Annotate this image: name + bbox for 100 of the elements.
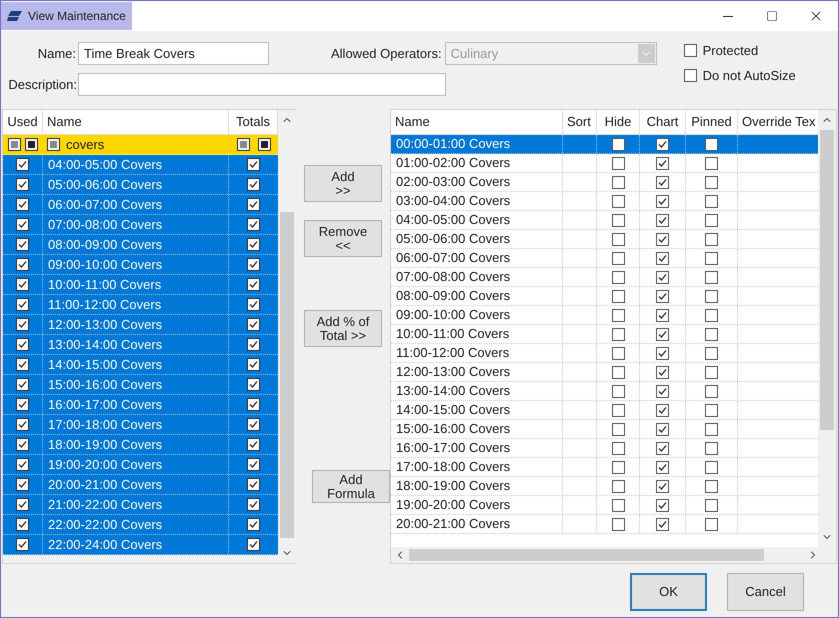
group-name[interactable]: covers: [66, 134, 104, 154]
table-row[interactable]: 06:00-07:00 Covers: [3, 195, 278, 215]
checkbox-label: Do not AutoSize: [702, 66, 796, 84]
table-cell: 10:00-11:00 Covers: [391, 325, 563, 343]
table-row[interactable]: 03:00-04:00 Covers: [391, 192, 818, 211]
table-cell: 02:00-03:00 Covers: [391, 173, 563, 191]
table-cell: 19:00-20:00 Covers: [391, 496, 563, 514]
table-cell: 00:00-01:00 Covers: [391, 135, 563, 153]
column-header[interactable]: Pinned: [686, 110, 738, 134]
table-row[interactable]: 22:00-24:00 Covers: [3, 535, 278, 555]
table-row[interactable]: 09:00-10:00 Covers: [3, 255, 278, 275]
table-row[interactable]: 15:00-16:00 Covers: [3, 375, 278, 395]
table-row[interactable]: 10:00-11:00 Covers: [391, 325, 818, 344]
table-row[interactable]: 11:00-12:00 Covers: [391, 344, 818, 363]
table-row[interactable]: 07:00-08:00 Covers: [3, 215, 278, 235]
table-row[interactable]: 00:00-01:00 Covers: [391, 135, 818, 154]
table-row[interactable]: 15:00-16:00 Covers: [391, 420, 818, 439]
table-row[interactable]: 04:00-05:00 Covers: [391, 211, 818, 230]
action-button[interactable]: Remove <<: [304, 220, 382, 257]
table-cell: 22:00-22:00 Covers: [43, 515, 229, 534]
table-row[interactable]: 05:00-06:00 Covers: [391, 230, 818, 249]
table-cell: 17:00-18:00 Covers: [391, 458, 563, 476]
table-row[interactable]: 20:00-21:00 Covers: [391, 515, 818, 534]
table-row[interactable]: 22:00-22:00 Covers: [3, 515, 278, 535]
table-cell: 17:00-18:00 Covers: [43, 415, 229, 434]
checkbox-label: Protected: [702, 42, 758, 60]
name-field[interactable]: Time Break Covers: [78, 42, 269, 65]
table-row[interactable]: 12:00-13:00 Covers: [3, 315, 278, 335]
table-row[interactable]: 20:00-21:00 Covers: [3, 475, 278, 495]
table-cell: 10:00-11:00 Covers: [43, 275, 229, 294]
column-header[interactable]: Sort: [563, 110, 597, 134]
table-row[interactable]: 19:00-20:00 Covers: [3, 455, 278, 475]
table-cell: 21:00-22:00 Covers: [43, 495, 229, 514]
table-cell: 09:00-10:00 Covers: [391, 306, 563, 324]
action-button[interactable]: Add >>: [304, 165, 382, 202]
table-row[interactable]: 17:00-18:00 Covers: [391, 458, 818, 477]
table-row[interactable]: 10:00-11:00 Covers: [3, 275, 278, 295]
table-row[interactable]: 08:00-09:00 Covers: [391, 287, 818, 306]
table-cell: 12:00-13:00 Covers: [391, 363, 563, 381]
action-button[interactable]: Add % of Total >>: [304, 310, 382, 347]
table-cell: 05:00-06:00 Covers: [391, 230, 563, 248]
table-cell: 20:00-21:00 Covers: [43, 475, 229, 494]
column-header[interactable]: Name: [391, 110, 563, 134]
table-row[interactable]: 13:00-14:00 Covers: [391, 382, 818, 401]
table-row[interactable]: 14:00-15:00 Covers: [391, 401, 818, 420]
table-cell: 08:00-09:00 Covers: [43, 235, 229, 254]
action-button[interactable]: Add Formula: [312, 470, 390, 503]
table-cell: 03:00-04:00 Covers: [391, 192, 563, 210]
column-header[interactable]: Used: [3, 110, 43, 134]
table-row[interactable]: 17:00-18:00 Covers: [3, 415, 278, 435]
table-cell: 01:00-02:00 Covers: [391, 154, 563, 172]
table-row[interactable]: 18:00-19:00 Covers: [3, 435, 278, 455]
table-row[interactable]: 07:00-08:00 Covers: [391, 268, 818, 287]
table-cell: 09:00-10:00 Covers: [43, 255, 229, 274]
table-row[interactable]: 16:00-17:00 Covers: [3, 395, 278, 415]
table-cell: 19:00-20:00 Covers: [43, 455, 229, 474]
table-cell: 13:00-14:00 Covers: [391, 382, 563, 400]
column-header[interactable]: Hide: [597, 110, 640, 134]
table-row[interactable]: 06:00-07:00 Covers: [391, 249, 818, 268]
table-cell: 06:00-07:00 Covers: [43, 195, 229, 214]
table-cell: 18:00-19:00 Covers: [43, 435, 229, 454]
table-cell: 08:00-09:00 Covers: [391, 287, 563, 305]
table-row[interactable]: 04:00-05:00 Covers: [3, 155, 278, 175]
table-row[interactable]: 01:00-02:00 Covers: [391, 154, 818, 173]
table-row[interactable]: 02:00-03:00 Covers: [391, 173, 818, 192]
table-row[interactable]: 12:00-13:00 Covers: [391, 363, 818, 382]
table-cell: 04:00-05:00 Covers: [43, 155, 229, 174]
table-cell: 22:00-24:00 Covers: [43, 535, 229, 554]
table-cell: 14:00-15:00 Covers: [391, 401, 563, 419]
table-cell: 20:00-21:00 Covers: [391, 515, 563, 533]
name-label: Name:: [36, 44, 77, 63]
cancel-button[interactable]: Cancel: [727, 573, 804, 611]
table-cell: 05:00-06:00 Covers: [43, 175, 229, 194]
description-label: Description:: [7, 76, 78, 94]
table-row[interactable]: 14:00-15:00 Covers: [3, 355, 278, 375]
table-row[interactable]: 05:00-06:00 Covers: [3, 175, 278, 195]
table-cell: 13:00-14:00 Covers: [43, 335, 229, 354]
table-cell: 07:00-08:00 Covers: [43, 215, 229, 234]
table-row[interactable]: 21:00-22:00 Covers: [3, 495, 278, 515]
table-row[interactable]: 09:00-10:00 Covers: [391, 306, 818, 325]
table-row[interactable]: 11:00-12:00 Covers: [3, 295, 278, 315]
table-cell: 15:00-16:00 Covers: [391, 420, 563, 438]
table-cell: 15:00-16:00 Covers: [43, 375, 229, 394]
table-cell: 06:00-07:00 Covers: [391, 249, 563, 267]
table-row[interactable]: 18:00-19:00 Covers: [391, 477, 818, 496]
table-cell: 04:00-05:00 Covers: [391, 211, 563, 229]
ok-button[interactable]: OK: [630, 573, 707, 611]
table-row[interactable]: 16:00-17:00 Covers: [391, 439, 818, 458]
table-cell: 16:00-17:00 Covers: [391, 439, 563, 457]
table-cell: 12:00-13:00 Covers: [43, 315, 229, 334]
window-title: View Maintenance: [28, 8, 126, 25]
table-cell: 16:00-17:00 Covers: [43, 395, 229, 414]
operators-label: Allowed Operators:: [331, 44, 443, 63]
table-cell: 07:00-08:00 Covers: [391, 268, 563, 286]
column-header[interactable]: Chart: [640, 110, 686, 134]
column-header[interactable]: Name: [43, 110, 229, 134]
table-cell: 18:00-19:00 Covers: [391, 477, 563, 495]
table-row[interactable]: 08:00-09:00 Covers: [3, 235, 278, 255]
table-row[interactable]: 19:00-20:00 Covers: [391, 496, 818, 515]
table-row[interactable]: 13:00-14:00 Covers: [3, 335, 278, 355]
